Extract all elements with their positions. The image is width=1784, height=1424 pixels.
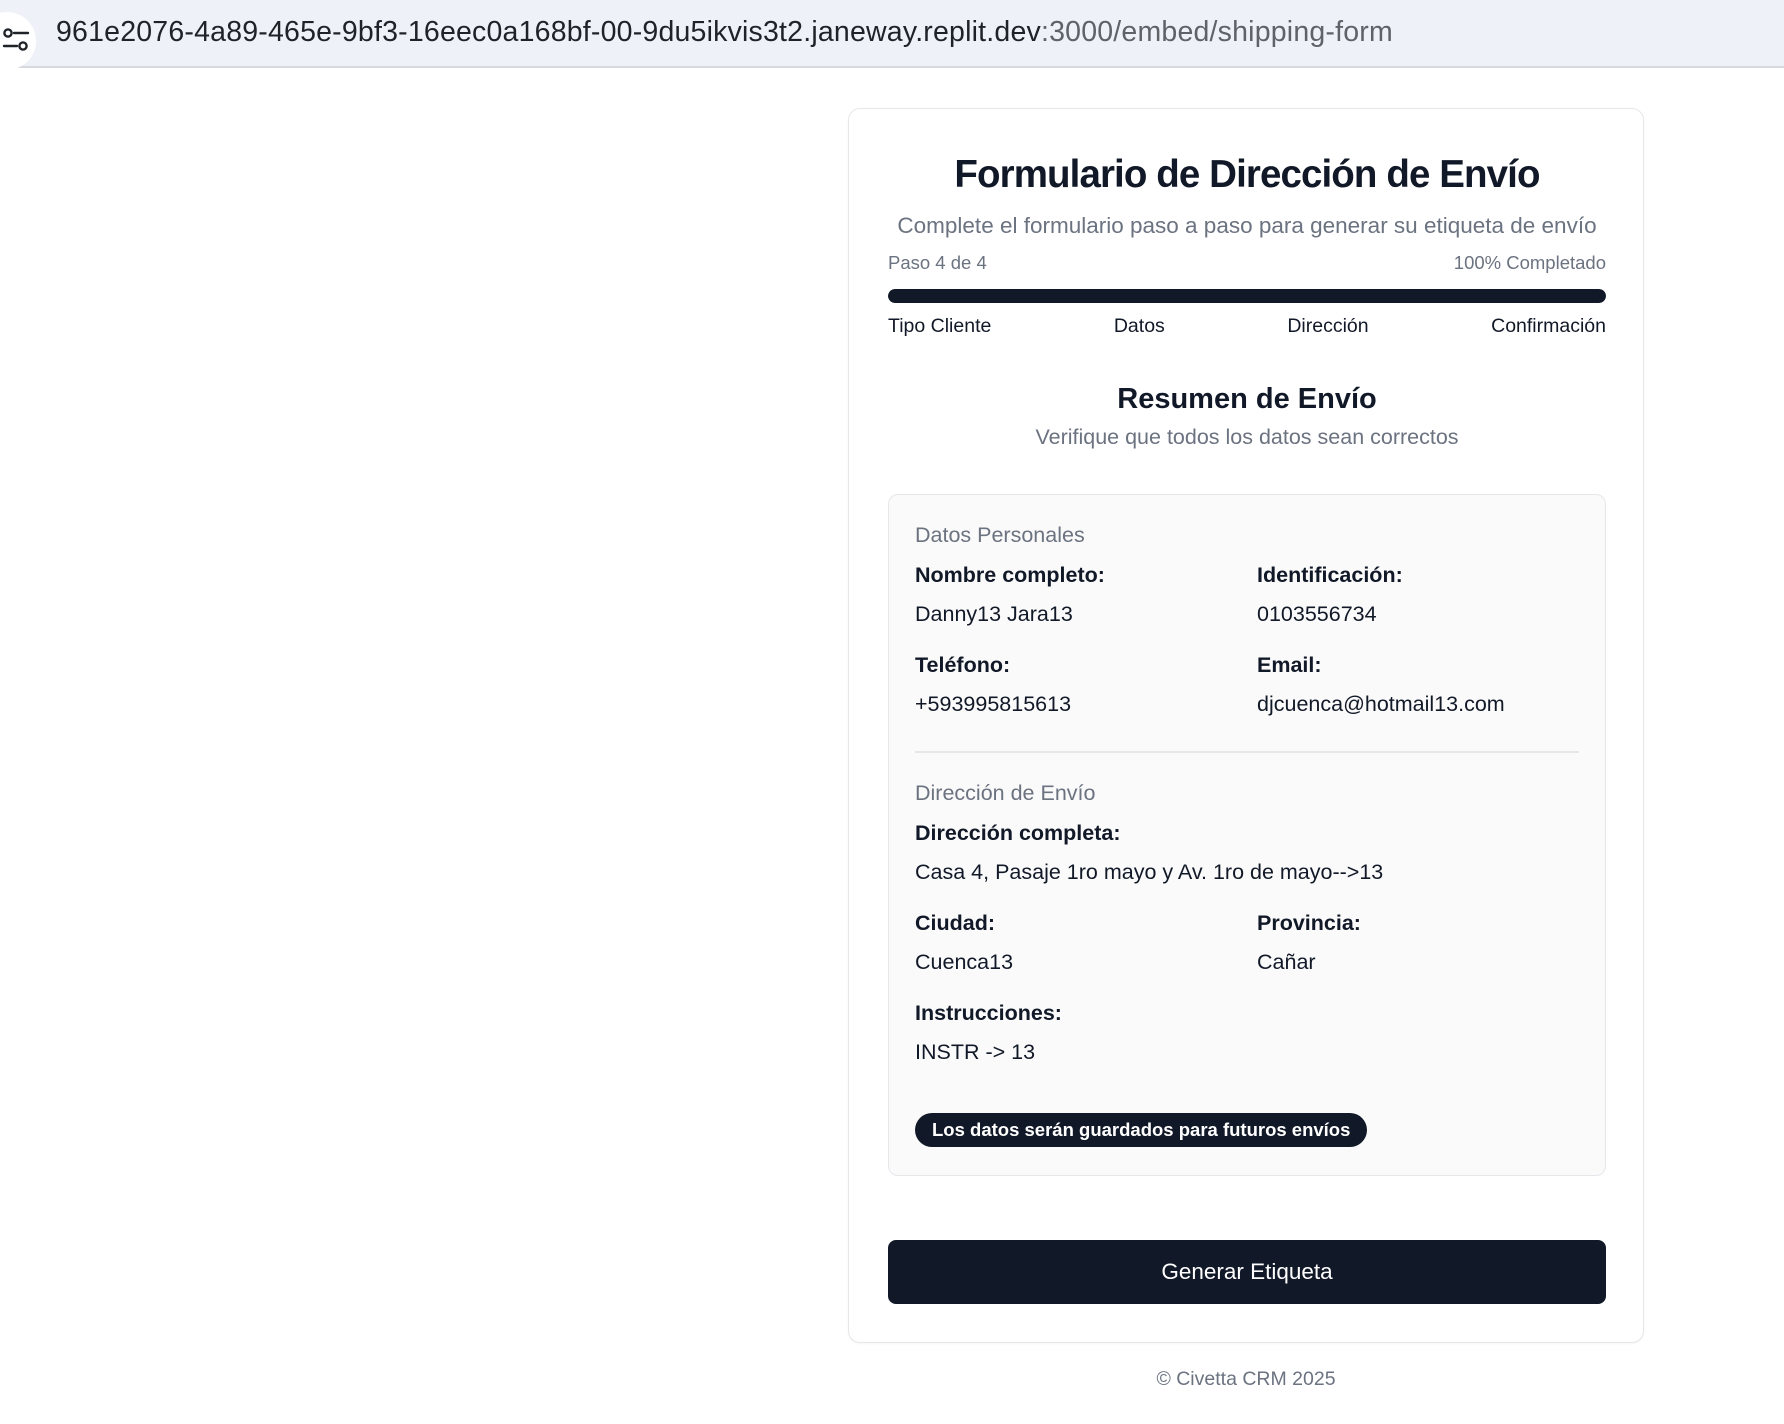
field-value: djcuenca@hotmail13.com [1257, 692, 1505, 716]
field-full-name: Nombre completo: Danny13 Jara13 [915, 563, 1245, 627]
field-city: Ciudad: Cuenca13 [915, 911, 1245, 975]
save-data-badge: Los datos serán guardados para futuros e… [915, 1113, 1368, 1147]
field-label: Ciudad: [915, 911, 996, 935]
step-label-confirmacion: Confirmación [1491, 315, 1606, 337]
url-path: :3000/embed/shipping-form [1040, 16, 1393, 48]
field-label: Provincia: [1257, 911, 1361, 935]
field-label: Instrucciones: [915, 1001, 1062, 1025]
shipping-form-card: Formulario de Dirección de Envío Complet… [848, 108, 1644, 1343]
progress-bar [888, 289, 1606, 303]
field-label: Dirección completa: [915, 821, 1121, 845]
step-label-tipo-cliente: Tipo Cliente [888, 315, 992, 337]
step-label-direccion: Dirección [1287, 315, 1369, 337]
field-instructions: Instrucciones: INSTR -> 13 [915, 1001, 1245, 1065]
summary-title: Resumen de Envío [1117, 383, 1377, 415]
field-email: Email: djcuenca@hotmail13.com [1257, 653, 1587, 717]
page-subtitle: Complete el formulario paso a paso para … [897, 213, 1597, 238]
summary-subtitle: Verifique que todos los datos sean corre… [1035, 425, 1459, 449]
field-label: Identificación: [1257, 563, 1403, 587]
field-value: Cañar [1257, 950, 1316, 974]
browser-address-bar: 961e2076-4a89-465e-9bf3-16eec0a168bf-00-… [0, 0, 1784, 70]
url-host: 961e2076-4a89-465e-9bf3-16eec0a168bf-00-… [56, 16, 1041, 48]
generate-label-button[interactable]: Generar Etiqueta [888, 1240, 1606, 1304]
personal-data-heading: Datos Personales [915, 523, 1085, 547]
progress-bar-fill [888, 289, 1606, 303]
progress-step-text: Paso 4 de 4 [888, 252, 987, 273]
section-divider [915, 751, 1579, 753]
field-label: Nombre completo: [915, 563, 1105, 587]
field-province: Provincia: Cañar [1257, 911, 1587, 975]
field-label: Email: [1257, 653, 1322, 677]
field-full-address: Dirección completa: Casa 4, Pasaje 1ro m… [915, 821, 1579, 885]
address-heading: Dirección de Envío [915, 781, 1096, 805]
page-title: Formulario de Dirección de Envío [954, 153, 1540, 196]
field-value: 0103556734 [1257, 602, 1377, 626]
step-label-datos: Datos [1113, 315, 1165, 337]
field-label: Teléfono: [915, 653, 1011, 677]
url-field[interactable]: 961e2076-4a89-465e-9bf3-16eec0a168bf-00-… [56, 16, 1393, 49]
tune-icon [2, 28, 30, 51]
field-value: INSTR -> 13 [915, 1040, 1036, 1064]
step-indicator: Tipo Cliente Datos Dirección Confirmació… [888, 315, 1606, 338]
field-value: Casa 4, Pasaje 1ro mayo y Av. 1ro de may… [915, 860, 1384, 884]
field-phone: Teléfono: +593995815613 [915, 653, 1245, 717]
field-value: Danny13 Jara13 [915, 602, 1073, 626]
field-identification: Identificación: 0103556734 [1257, 563, 1587, 627]
field-value: Cuenca13 [915, 950, 1014, 974]
site-info-button[interactable] [0, 12, 36, 70]
summary-box: Datos Personales Nombre completo: Danny1… [888, 494, 1606, 1176]
footer-copyright: © Civetta CRM 2025 [1156, 1368, 1336, 1390]
field-value: +593995815613 [915, 692, 1072, 716]
progress-percent-text: 100% Completado [1453, 252, 1606, 273]
